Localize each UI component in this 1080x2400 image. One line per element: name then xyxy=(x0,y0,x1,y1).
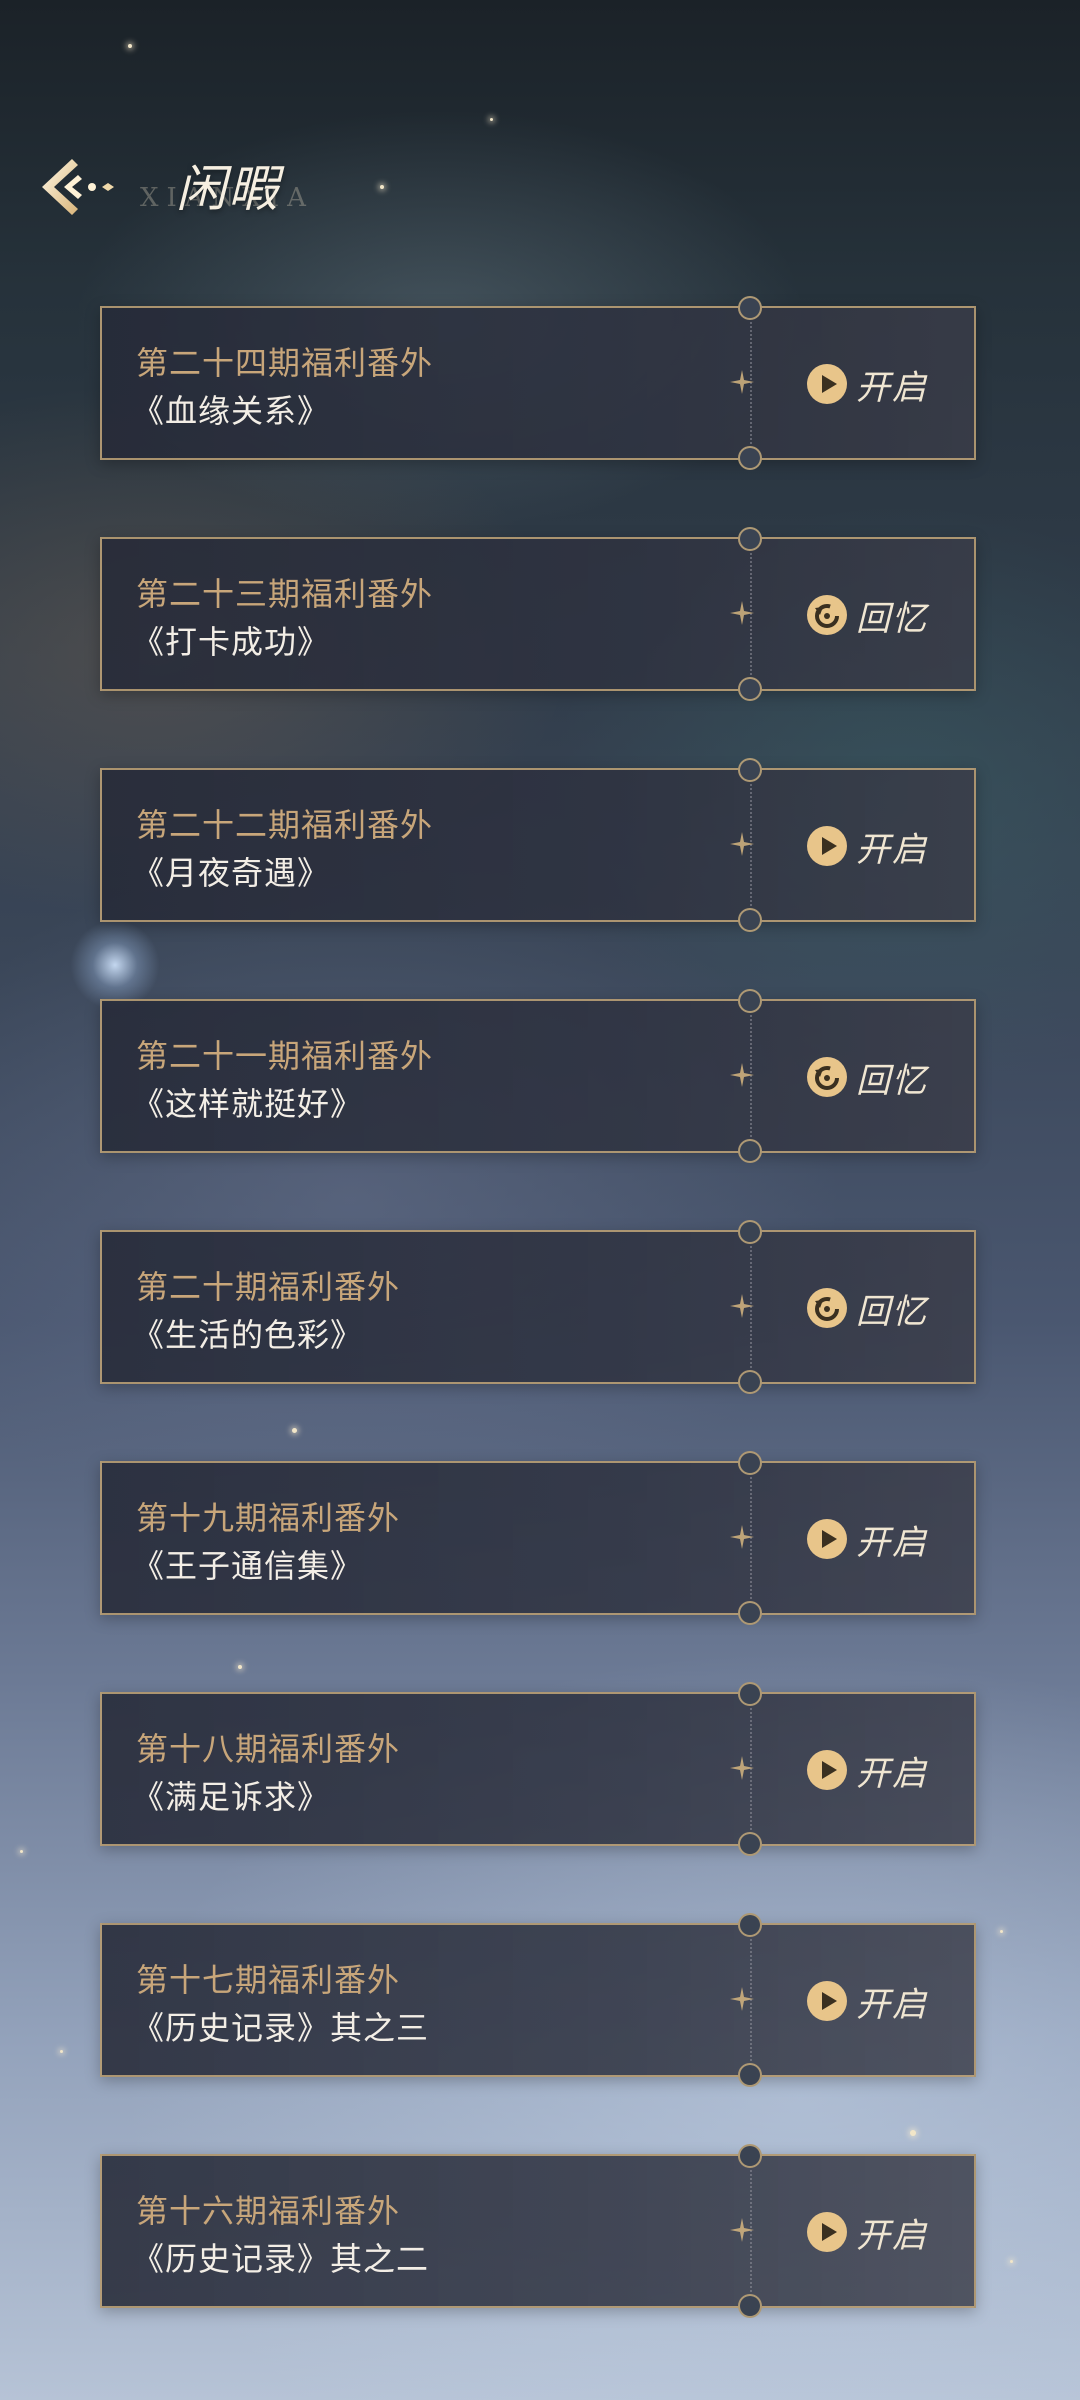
action-label: 开启 xyxy=(856,829,928,870)
star-decoration xyxy=(128,44,132,48)
episode-period: 第十六期福利番外 xyxy=(136,2192,401,2230)
episode-action-button[interactable]: 回忆 xyxy=(806,589,928,641)
ticket-notch-top xyxy=(738,1913,762,1937)
bonus-episode-card: 第二十二期福利番外《月夜奇遇》 开启 xyxy=(100,758,976,932)
replay-icon xyxy=(806,1056,848,1098)
ticket-notch-bottom xyxy=(738,2063,762,2087)
star-decoration xyxy=(1000,1930,1003,1933)
ticket-notch-bottom xyxy=(738,677,762,701)
episode-period: 第二十二期福利番外 xyxy=(136,806,434,844)
episode-action-button[interactable]: 开启 xyxy=(806,2206,928,2258)
ticket-notch-top xyxy=(738,527,762,551)
episode-period: 第十七期福利番外 xyxy=(136,1961,401,1999)
bonus-episode-card: 第十六期福利番外《历史记录》其之二 开启 xyxy=(100,2144,976,2318)
play-icon xyxy=(806,825,848,867)
back-arrow-icon xyxy=(42,159,114,215)
episode-action-button[interactable]: 开启 xyxy=(806,1975,928,2027)
action-label: 开启 xyxy=(856,1984,928,2025)
play-icon xyxy=(806,363,848,405)
episode-title: 《历史记录》其之三 xyxy=(132,2009,430,2047)
sparkle-icon xyxy=(728,2216,756,2244)
action-label: 开启 xyxy=(856,2215,928,2256)
episode-action-button[interactable]: 开启 xyxy=(806,358,928,410)
ticket-notch-top xyxy=(738,1682,762,1706)
ticket-notch-bottom xyxy=(738,1370,762,1394)
ticket-notch-top xyxy=(738,758,762,782)
ticket-notch-bottom xyxy=(738,1601,762,1625)
action-label: 开启 xyxy=(856,1522,928,1563)
star-decoration xyxy=(20,1850,23,1853)
episode-action-button[interactable]: 开启 xyxy=(806,1513,928,1565)
episode-title: 《血缘关系》 xyxy=(132,392,331,430)
action-label: 回忆 xyxy=(856,598,928,639)
page-title: 闲暇 xyxy=(176,160,280,218)
episode-period: 第二十一期福利番外 xyxy=(136,1037,434,1075)
episode-title: 《月夜奇遇》 xyxy=(132,854,331,892)
sparkle-icon xyxy=(728,368,756,396)
sparkle-icon xyxy=(728,1754,756,1782)
episode-title: 《满足诉求》 xyxy=(132,1778,331,1816)
episode-title: 《历史记录》其之二 xyxy=(132,2240,430,2278)
episode-action-button[interactable]: 回忆 xyxy=(806,1282,928,1334)
bonus-episode-card: 第二十一期福利番外《这样就挺好》 回忆 xyxy=(100,989,976,1163)
ticket-notch-top xyxy=(738,1451,762,1475)
play-icon xyxy=(806,1980,848,2022)
ticket-notch-bottom xyxy=(738,908,762,932)
play-icon xyxy=(806,2211,848,2253)
star-decoration xyxy=(490,118,493,121)
header: XIANXIA 闲暇 xyxy=(38,145,458,235)
episode-period: 第二十期福利番外 xyxy=(136,1268,401,1306)
ticket-notch-top xyxy=(738,296,762,320)
sparkle-icon xyxy=(728,1523,756,1551)
bonus-episode-card: 第二十三期福利番外《打卡成功》 回忆 xyxy=(100,527,976,701)
episode-title: 《生活的色彩》 xyxy=(132,1316,364,1354)
star-decoration xyxy=(1010,2260,1013,2263)
ticket-notch-top xyxy=(738,1220,762,1244)
bonus-episode-card: 第十八期福利番外《满足诉求》 开启 xyxy=(100,1682,976,1856)
bonus-episode-list: 第二十四期福利番外 《血缘关系》 开启 第二十三期福利番外 《打卡成功》 回忆 第二十二期福… xyxy=(100,296,976,2385)
action-label: 回忆 xyxy=(856,1291,928,1332)
ticket-notch-bottom xyxy=(738,1139,762,1163)
episode-title: 《这样就挺好》 xyxy=(132,1085,364,1123)
replay-icon xyxy=(806,594,848,636)
replay-icon xyxy=(806,1287,848,1329)
episode-action-button[interactable]: 开启 xyxy=(806,1744,928,1796)
episode-period: 第二十四期福利番外 xyxy=(136,344,434,382)
play-icon xyxy=(806,1518,848,1560)
bonus-episode-card: 第十九期福利番外《王子通信集》 开启 xyxy=(100,1451,976,1625)
episode-title: 《打卡成功》 xyxy=(132,623,331,661)
action-label: 开启 xyxy=(856,367,928,408)
episode-period: 第十八期福利番外 xyxy=(136,1730,401,1768)
bonus-episode-card: 第十七期福利番外《历史记录》其之三 开启 xyxy=(100,1913,976,2087)
action-label: 回忆 xyxy=(856,1060,928,1101)
sparkle-icon xyxy=(728,1292,756,1320)
sparkle-icon xyxy=(728,830,756,858)
sparkle-icon xyxy=(728,1985,756,2013)
episode-period: 第十九期福利番外 xyxy=(136,1499,401,1537)
ticket-notch-top xyxy=(738,989,762,1013)
sparkle-icon xyxy=(728,1061,756,1089)
bonus-episode-card: 第二十期福利番外《生活的色彩》 回忆 xyxy=(100,1220,976,1394)
ticket-notch-bottom xyxy=(738,2294,762,2318)
ticket-notch-bottom xyxy=(738,1832,762,1856)
action-label: 开启 xyxy=(856,1753,928,1794)
star-decoration xyxy=(60,2050,63,2053)
episode-title: 《王子通信集》 xyxy=(132,1547,364,1585)
sparkle-icon xyxy=(728,599,756,627)
bonus-episode-card: 第二十四期福利番外《血缘关系》 开启 xyxy=(100,296,976,470)
back-button[interactable] xyxy=(38,153,118,223)
episode-action-button[interactable]: 开启 xyxy=(806,820,928,872)
ticket-notch-bottom xyxy=(738,446,762,470)
ticket-notch-top xyxy=(738,2144,762,2168)
play-icon xyxy=(806,1749,848,1791)
episode-period: 第二十三期福利番外 xyxy=(136,575,434,613)
episode-action-button[interactable]: 回忆 xyxy=(806,1051,928,1103)
